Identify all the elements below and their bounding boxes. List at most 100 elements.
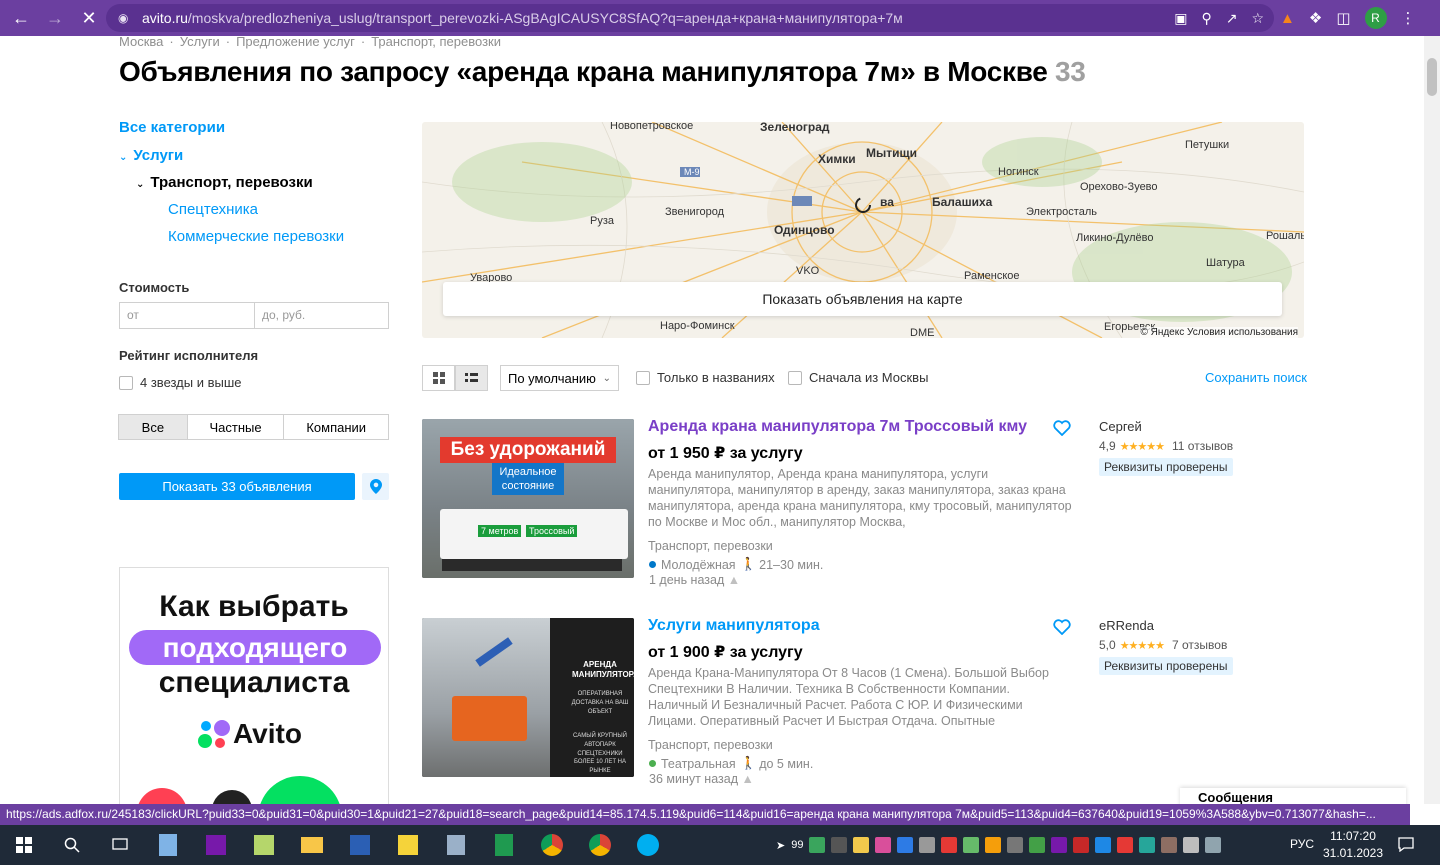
- onenote-app-icon[interactable]: [192, 825, 240, 865]
- show-on-map-button[interactable]: Показать объявления на карте: [443, 282, 1282, 316]
- tray-app-icon[interactable]: [1073, 837, 1090, 853]
- map-highway-label: M-9: [684, 167, 700, 177]
- notepad-app-icon[interactable]: [144, 825, 192, 865]
- breadcrumb-item[interactable]: Услуги: [180, 36, 220, 49]
- notifications-icon[interactable]: [1398, 837, 1414, 857]
- language-indicator[interactable]: РУС: [1290, 837, 1314, 851]
- tray-app-icon[interactable]: [1029, 837, 1046, 853]
- map-city: Рошаль: [1266, 230, 1304, 242]
- stop-icon[interactable]: ✕: [72, 1, 106, 35]
- start-icon[interactable]: [0, 825, 48, 865]
- breadcrumb-item[interactable]: Транспорт, перевозки: [371, 36, 501, 49]
- tray-app-icon[interactable]: [963, 837, 980, 853]
- translate-icon[interactable]: ▣: [1174, 10, 1187, 27]
- breadcrumb-item[interactable]: Москва: [119, 36, 163, 49]
- map-city: Новопетровское: [610, 122, 694, 132]
- profile-avatar[interactable]: R: [1364, 7, 1387, 29]
- zoom-icon[interactable]: ⚲: [1201, 10, 1211, 27]
- skype-app-icon[interactable]: [624, 825, 672, 865]
- search-icon[interactable]: [48, 825, 96, 865]
- seller-name[interactable]: Сергей: [1099, 419, 1142, 434]
- seller-type-companies[interactable]: Компании: [284, 415, 388, 439]
- page-scrollbar[interactable]: [1424, 36, 1440, 804]
- listing-photo[interactable]: АРЕНДА МАНИПУЛЯТОРА ОПЕРАТИВНАЯ ДОСТАВКА…: [422, 618, 634, 777]
- category-transport[interactable]: ⌄ Транспорт, перевозки: [136, 174, 313, 191]
- tray-app-icon[interactable]: [1007, 837, 1024, 853]
- forward-icon[interactable]: →: [38, 1, 72, 35]
- address-bar[interactable]: ◉ avito.ru/moskva/predlozheniya_uslug/tr…: [106, 4, 1274, 32]
- seller-type-private[interactable]: Частные: [188, 415, 285, 439]
- tray-app-icon[interactable]: [1051, 837, 1068, 853]
- promoted-arrow-icon: ▲: [727, 573, 741, 587]
- notes-app-icon[interactable]: [240, 825, 288, 865]
- map-preview[interactable]: Новопетровское Зеленоград Химки Мытищи П…: [422, 122, 1304, 338]
- keyboard-icon[interactable]: [1183, 837, 1200, 853]
- tray-app-icon[interactable]: [853, 837, 870, 853]
- map-city: Химки: [818, 152, 856, 166]
- map-pin-button[interactable]: [362, 473, 389, 500]
- tray-badge[interactable]: 99: [791, 839, 803, 851]
- sticky-notes-icon[interactable]: [384, 825, 432, 865]
- listing-title[interactable]: Аренда крана манипулятора 7м Троссовый к…: [648, 418, 1027, 436]
- seller-name[interactable]: eRRenda: [1099, 618, 1154, 633]
- only-titles-checkbox[interactable]: Только в названиях: [636, 370, 775, 385]
- url-path: /moskva/predlozheniya_uslug/transport_pe…: [187, 10, 903, 26]
- task-view-icon[interactable]: [96, 825, 144, 865]
- map-copyright[interactable]: © Яндекс Условия использования: [1140, 327, 1298, 338]
- extensions-puzzle-icon[interactable]: ❖: [1309, 9, 1322, 27]
- promo-banner[interactable]: Как выбрать подходящего специалиста Avit…: [119, 567, 389, 804]
- subcategory-commercial-transport[interactable]: Коммерческие перевозки: [168, 228, 344, 245]
- price-to-input[interactable]: до, руб.: [254, 302, 389, 329]
- tray-app-icon[interactable]: [809, 837, 826, 853]
- category-services[interactable]: ⌄ Услуги: [119, 147, 183, 164]
- sort-select[interactable]: По умолчанию ⌄: [500, 365, 619, 391]
- tray-app-icon[interactable]: [985, 837, 1002, 853]
- listing-title[interactable]: Услуги манипулятора: [648, 617, 820, 635]
- seller-type-all[interactable]: Все: [119, 415, 188, 439]
- file-explorer-icon[interactable]: [288, 825, 336, 865]
- breadcrumb-item[interactable]: Предложение услуг: [236, 36, 355, 49]
- map-city: Ликино-Дулёво: [1076, 232, 1154, 244]
- listing-photo[interactable]: Без удорожаний Идеальное состояние 7 мет…: [422, 419, 634, 578]
- app-icon[interactable]: [432, 825, 480, 865]
- tray-app-icon[interactable]: [941, 837, 958, 853]
- tray-app-icon[interactable]: [1117, 837, 1134, 853]
- chrome-app-icon[interactable]: [528, 825, 576, 865]
- save-search-link[interactable]: Сохранить поиск: [1205, 370, 1307, 385]
- tray-app-icon[interactable]: [1161, 837, 1178, 853]
- avito-dots-icon: [198, 720, 230, 748]
- tray-app-icon[interactable]: [1095, 837, 1112, 853]
- moscow-first-checkbox[interactable]: Сначала из Москвы: [788, 370, 928, 385]
- walk-icon: 🚶: [740, 756, 757, 770]
- menu-kebab-icon[interactable]: ⋮: [1401, 9, 1416, 27]
- tray-app-icon[interactable]: [875, 837, 892, 853]
- sidepanel-icon[interactable]: ◫: [1336, 9, 1350, 27]
- excel-app-icon[interactable]: [480, 825, 528, 865]
- back-icon[interactable]: ←: [4, 1, 38, 35]
- tray-app-icon[interactable]: [1139, 837, 1156, 853]
- show-results-button[interactable]: Показать 33 объявления: [119, 473, 355, 500]
- subcategory-special-equipment[interactable]: Спецтехника: [168, 201, 258, 218]
- favorite-heart-icon[interactable]: [1053, 619, 1071, 635]
- tray-app-icon[interactable]: [919, 837, 936, 853]
- rating-stars-icon: ★★★★★: [1119, 639, 1165, 652]
- messages-popup[interactable]: Сообщения: [1180, 788, 1406, 804]
- price-from-input[interactable]: от: [119, 302, 255, 329]
- share-icon[interactable]: ↗: [1226, 10, 1238, 27]
- tray-app-icon[interactable]: [831, 837, 848, 853]
- grid-view-button[interactable]: [422, 365, 455, 391]
- bookmark-star-icon[interactable]: ☆: [1251, 10, 1264, 27]
- volume-icon[interactable]: [1205, 837, 1222, 853]
- chrome-profile-app-icon[interactable]: [576, 825, 624, 865]
- word-app-icon[interactable]: [336, 825, 384, 865]
- price-label: Стоимость: [119, 280, 190, 295]
- telegram-icon[interactable]: ➤: [776, 839, 785, 852]
- tray-app-icon[interactable]: [897, 837, 914, 853]
- rating-4plus-checkbox[interactable]: 4 звезды и выше: [119, 375, 242, 390]
- list-view-button[interactable]: [455, 365, 488, 391]
- extension-fox-icon[interactable]: ▲: [1280, 10, 1295, 27]
- listing-location: Молодёжная 🚶 21–30 мин.: [649, 557, 823, 572]
- all-categories-link[interactable]: Все категории: [119, 119, 225, 136]
- clock[interactable]: 11:07:20 31.01.2023: [1322, 828, 1384, 862]
- favorite-heart-icon[interactable]: [1053, 420, 1071, 436]
